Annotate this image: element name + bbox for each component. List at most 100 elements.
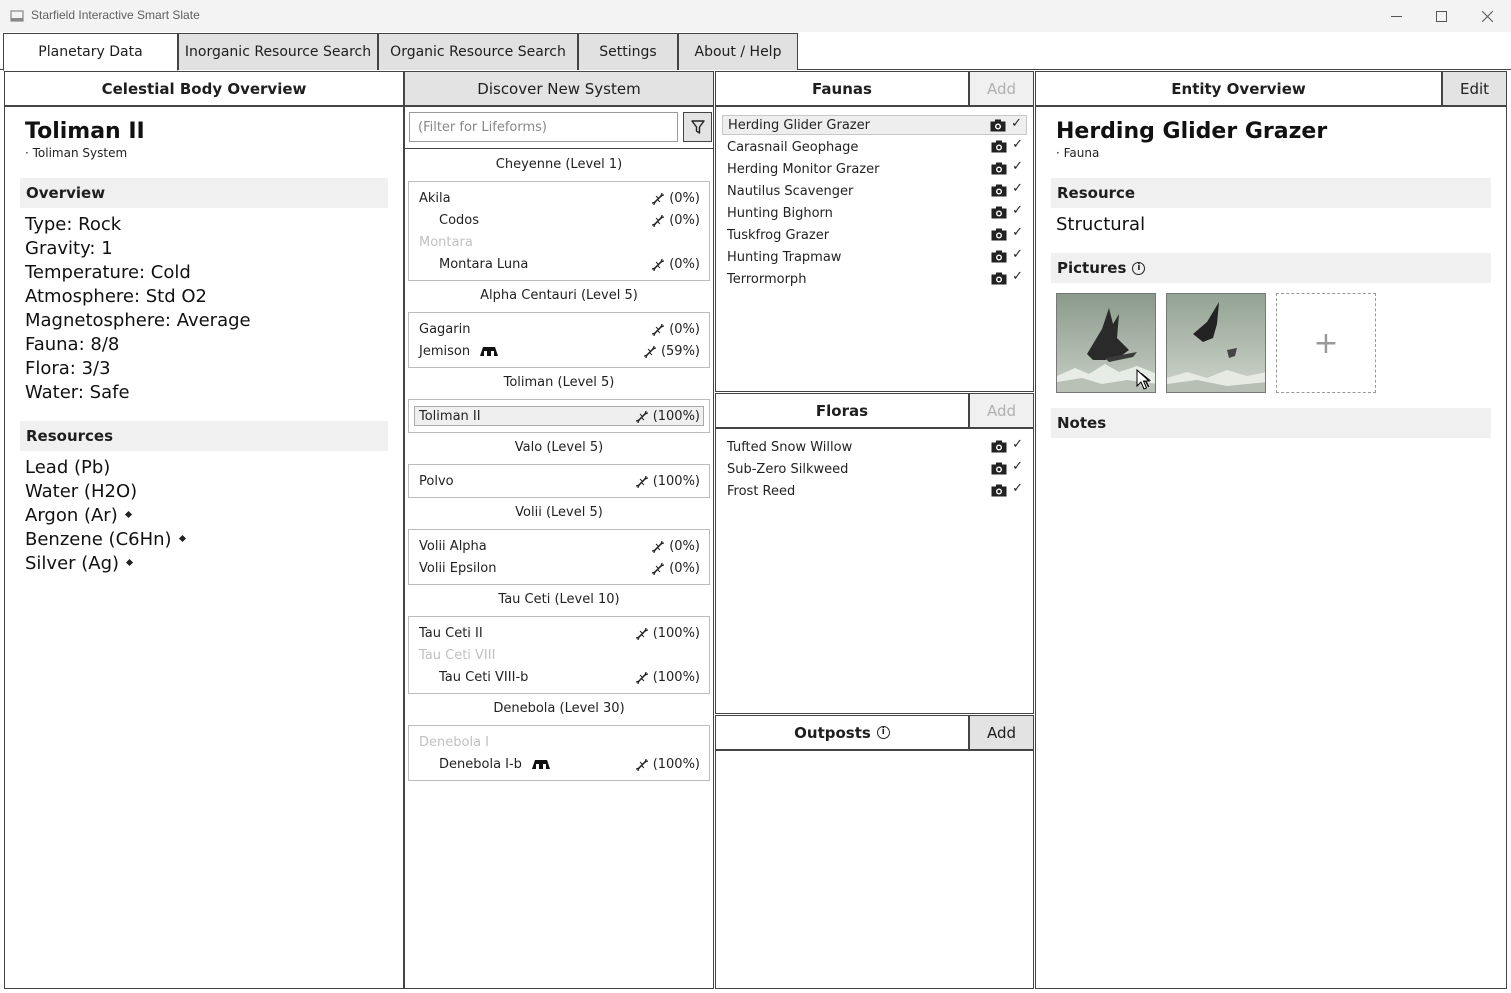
discover-new-system-button[interactable]: Discover New System	[404, 71, 714, 106]
resource-item: Silver (Ag)	[25, 552, 185, 576]
camera-icon	[990, 119, 1006, 132]
mouse-cursor-icon	[1136, 369, 1151, 390]
tab-planetary-data[interactable]: Planetary Data	[3, 33, 178, 71]
property-magnetosphere: Magnetosphere: Average	[25, 310, 251, 331]
info-icon[interactable]: i	[876, 726, 890, 739]
tab-about-help[interactable]: About / Help	[678, 33, 798, 70]
maximize-icon	[1435, 10, 1447, 22]
fauna-item[interactable]: Hunting Trapmaw ✓	[722, 247, 1027, 267]
tab-organic-resource-search[interactable]: Organic Resource Search	[378, 33, 578, 70]
dna-icon	[635, 475, 648, 488]
scan-progress: (0%)	[651, 561, 700, 576]
lifeform-filter-input[interactable]: (Filter for Lifeforms)	[409, 112, 678, 142]
fauna-item[interactable]: Herding Glider Grazer ✓	[722, 115, 1027, 135]
add-fauna-button[interactable]: Add	[969, 71, 1034, 106]
camera-icon	[991, 462, 1007, 475]
scan-progress: (0%)	[651, 213, 700, 228]
fauna-item[interactable]: Nautilus Scavenger ✓	[722, 181, 1027, 201]
celestial-body-row[interactable]: Jemison	[419, 341, 500, 361]
pictures-section-label: Pictures i	[1051, 253, 1491, 283]
celestial-body-row[interactable]: Polvo	[419, 471, 454, 491]
add-outpost-button[interactable]: Add	[969, 715, 1034, 750]
lifeform-name: Tufted Snow Willow	[727, 439, 853, 455]
dna-icon	[652, 323, 665, 336]
property-fauna: Fauna: 8/8	[25, 334, 120, 355]
checkmark-icon: ✓	[1012, 203, 1023, 218]
fauna-item[interactable]: Herding Monitor Grazer ✓	[722, 159, 1027, 179]
tab-bar: Planetary Data Inorganic Resource Search…	[0, 32, 1511, 71]
close-button[interactable]	[1464, 0, 1510, 32]
celestial-body-name: Tau Ceti VIII-b	[439, 669, 529, 685]
resources-section-label: Resources	[20, 421, 388, 451]
celestial-body-row[interactable]: Gagarin	[419, 319, 470, 339]
notes-section-label: Notes	[1051, 408, 1491, 438]
celestial-body-row[interactable]: Volii Epsilon	[419, 558, 496, 578]
dna-icon	[643, 345, 657, 358]
lifeform-name: Terrormorph	[727, 271, 807, 287]
scan-progress: (100%)	[635, 474, 700, 489]
celestial-body-row[interactable]: Montara Luna	[439, 254, 528, 274]
info-icon[interactable]: i	[1132, 261, 1146, 275]
system-group-title: Denebola (Level 30)	[493, 701, 625, 716]
camera-icon	[991, 250, 1007, 263]
add-picture-button[interactable]: +	[1276, 293, 1376, 393]
lifeform-name: Frost Reed	[727, 483, 796, 499]
flora-item[interactable]: Tufted Snow Willow ✓	[722, 437, 1027, 457]
checkmark-icon: ✓	[1012, 269, 1023, 284]
scan-percent: (100%)	[652, 474, 700, 489]
celestial-body-row[interactable]: Montara	[419, 232, 473, 252]
flora-item[interactable]: Frost Reed ✓	[722, 481, 1027, 501]
celestial-body-row[interactable]: Denebola I	[419, 732, 489, 752]
add-flora-button[interactable]: Add	[969, 393, 1034, 428]
overview-section-label: Overview	[20, 178, 388, 208]
app-icon	[10, 10, 24, 22]
celestial-body-name: Montara Luna	[439, 256, 529, 272]
resource-list: Lead (Pb) Water (H2O) Argon (Ar) Benzene…	[25, 456, 186, 576]
celestial-body-name: Denebola I	[419, 734, 489, 750]
minimize-button[interactable]	[1373, 0, 1419, 32]
resource-item: Water (H2O)	[25, 481, 138, 502]
fauna-item[interactable]: Hunting Bighorn ✓	[722, 203, 1027, 223]
checkmark-icon: ✓	[1012, 437, 1023, 452]
scan-progress: (0%)	[651, 191, 700, 206]
system-group-title: Alpha Centauri (Level 5)	[480, 288, 638, 303]
scan-percent: (0%)	[669, 561, 700, 576]
celestial-body-row[interactable]: Tau Ceti II	[419, 623, 483, 643]
filter-button[interactable]	[683, 112, 712, 142]
celestial-overview-header: Celestial Body Overview	[4, 71, 404, 106]
lifeform-name: Nautilus Scavenger	[727, 183, 854, 199]
fauna-item[interactable]: Terrormorph ✓	[722, 269, 1027, 289]
celestial-body-row[interactable]: Tau Ceti VIII-b	[439, 667, 528, 687]
celestial-body-name: Gagarin	[419, 321, 471, 337]
celestial-body-row[interactable]: Tau Ceti VIII	[419, 645, 495, 665]
tab-settings[interactable]: Settings	[578, 33, 678, 70]
property-gravity: Gravity: 1	[25, 238, 113, 259]
outpost-icon	[531, 760, 550, 769]
title-bar: Starfield Interactive Smart Slate	[0, 0, 1511, 32]
marked-diamond-icon	[124, 510, 132, 518]
dna-icon	[652, 540, 665, 553]
system-group-title: Cheyenne (Level 1)	[495, 157, 623, 172]
edit-entity-button[interactable]: Edit	[1442, 71, 1507, 106]
flora-item[interactable]: Sub-Zero Silkweed ✓	[722, 459, 1027, 479]
scan-percent: (0%)	[669, 322, 700, 337]
fauna-item[interactable]: Carasnail Geophage ✓	[722, 137, 1027, 157]
maximize-button[interactable]	[1418, 0, 1464, 32]
tab-inorganic-resource-search[interactable]: Inorganic Resource Search	[178, 33, 378, 70]
celestial-properties: Type: Rock Gravity: 1 Temperature: Cold …	[25, 213, 251, 405]
celestial-body-row[interactable]: Denebola I-b	[439, 754, 552, 774]
resource-item: Argon (Ar)	[25, 504, 185, 528]
scan-percent: (100%)	[652, 670, 700, 685]
window-title: Starfield Interactive Smart Slate	[31, 8, 200, 22]
fauna-item[interactable]: Tuskfrog Grazer ✓	[722, 225, 1027, 245]
celestial-system-name: · Toliman System	[25, 146, 128, 160]
celestial-body-name: Volii Alpha	[419, 538, 487, 554]
checkmark-icon: ✓	[1012, 225, 1023, 240]
entity-picture-2[interactable]	[1166, 293, 1266, 393]
celestial-body-row[interactable]: Akila	[419, 188, 451, 208]
celestial-body-row[interactable]: Volii Alpha	[419, 536, 487, 556]
scan-progress: (100%)	[635, 409, 700, 424]
celestial-body-row[interactable]: Codos	[439, 210, 479, 230]
resource-item: Lead (Pb)	[25, 457, 111, 478]
camera-icon	[991, 162, 1007, 175]
